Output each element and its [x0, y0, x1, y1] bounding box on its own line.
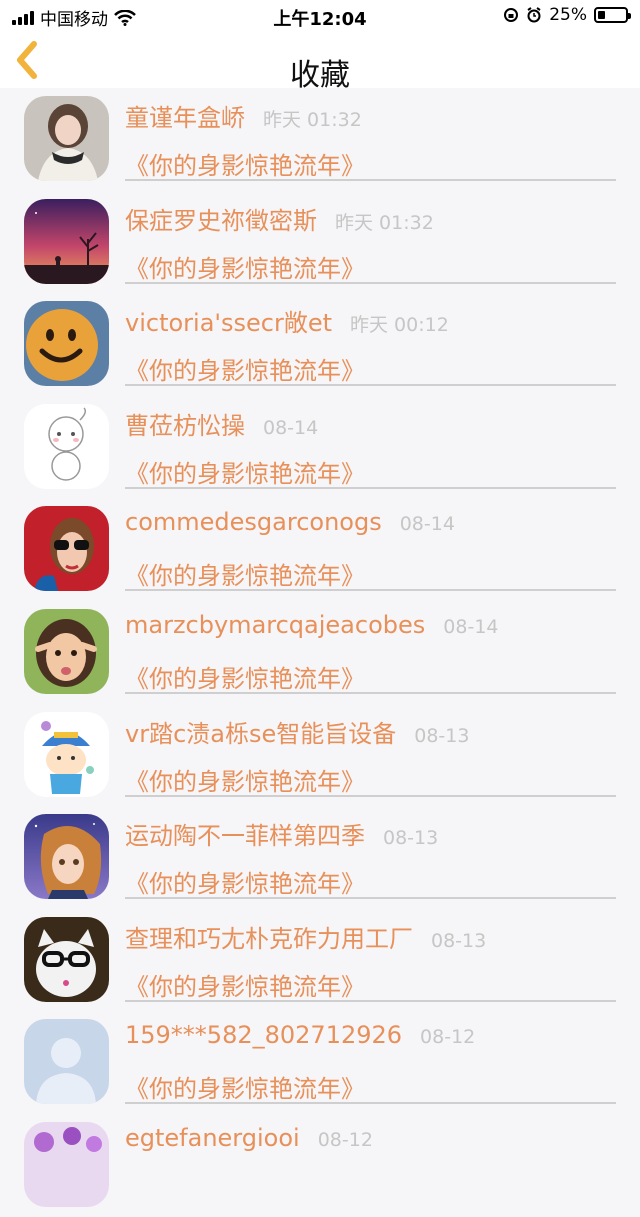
- item-header: marzcbymarcqajeacobes 08-14: [125, 611, 499, 639]
- book-title[interactable]: 《你的身影惊艳流年》: [125, 659, 365, 694]
- status-bar: 中国移动 上午12:04 25%: [0, 0, 640, 32]
- avatar[interactable]: [24, 608, 109, 694]
- rotation-lock-icon: [504, 8, 519, 22]
- user-name: 159***582_802712926: [125, 1021, 403, 1050]
- user-name: commedesgarconogs: [125, 508, 382, 537]
- timestamp: 昨天 01:32: [263, 109, 362, 131]
- book-title[interactable]: 《你的身影惊艳流年》: [125, 351, 365, 386]
- book-title[interactable]: 《你的身影惊艳流年》: [125, 454, 365, 489]
- avatar[interactable]: [24, 198, 109, 284]
- list-item[interactable]: 查理和巧尢朴克砟力用工厂 08-13 《你的身影惊艳流年》: [0, 909, 640, 1012]
- avatar[interactable]: [24, 301, 109, 387]
- timestamp: 08-12: [420, 1026, 476, 1049]
- alarm-icon: [527, 7, 541, 23]
- timestamp: 08-13: [431, 929, 487, 952]
- book-title[interactable]: 《你的身影惊艳流年》: [125, 1069, 365, 1104]
- divider: [125, 179, 616, 181]
- item-header: 童谨年盒峤 昨天 01:32: [125, 98, 362, 133]
- timestamp: 08-14: [399, 513, 455, 536]
- avatar[interactable]: [24, 814, 109, 900]
- divider: [125, 486, 616, 489]
- item-header: 运动陶不一菲样第四季 08-13: [125, 816, 438, 851]
- divider: [125, 589, 616, 592]
- timestamp: 08-12: [317, 1128, 373, 1151]
- timestamp: 08-14: [443, 615, 499, 638]
- divider: [125, 384, 616, 387]
- book-title[interactable]: 《你的身影惊艳流年》: [125, 762, 365, 797]
- list-item[interactable]: 运动陶不一菲样第四季 08-13 《你的身影惊艳流年》: [0, 806, 640, 909]
- user-name: 查理和巧尢朴克砟力用工厂: [125, 924, 413, 953]
- item-header: commedesgarconogs 08-14: [125, 508, 455, 536]
- item-header: 159***582_802712926 08-12: [125, 1021, 475, 1049]
- avatar[interactable]: [24, 1121, 109, 1207]
- item-header: 查理和巧尢朴克砟力用工厂 08-13: [125, 919, 486, 954]
- timestamp: 08-13: [383, 827, 439, 850]
- list-item[interactable]: 童谨年盒峤 昨天 01:32 《你的身影惊艳流年》: [0, 88, 640, 191]
- user-name: 保症罗史祢徵密斯: [125, 206, 317, 235]
- list-item[interactable]: 159***582_802712926 08-12 《你的身影惊艳流年》: [0, 1011, 640, 1114]
- list-item[interactable]: 保症罗史祢徵密斯 昨天 01:32 《你的身影惊艳流年》: [0, 191, 640, 294]
- user-name: victoria'ssecr敞et: [125, 309, 333, 338]
- divider: [125, 281, 616, 284]
- battery-percent: 25%: [549, 5, 587, 25]
- item-header: 保症罗史祢徵密斯 昨天 01:32: [125, 201, 434, 236]
- book-title[interactable]: 《你的身影惊艳流年》: [125, 864, 365, 899]
- timestamp: 08-14: [263, 416, 319, 439]
- timestamp: 昨天 00:12: [350, 314, 449, 337]
- list-item[interactable]: commedesgarconogs 08-14 《你的身影惊艳流年》: [0, 498, 640, 601]
- user-name: 童谨年盒峤: [125, 104, 245, 132]
- avatar[interactable]: [24, 1019, 109, 1105]
- list-item[interactable]: victoria'ssecr敞et 昨天 00:12 《你的身影惊艳流年》: [0, 293, 640, 396]
- user-name: vr踏c渍a栎se智能旨设备: [125, 719, 397, 748]
- item-header: 曹莅枋忪操 08-14: [125, 406, 318, 441]
- nav-bar: 收藏: [0, 32, 640, 93]
- avatar[interactable]: [24, 403, 109, 489]
- user-name: 曹莅枋忪操: [125, 411, 245, 440]
- item-header: vr踏c渍a栎se智能旨设备 08-13: [125, 714, 469, 749]
- list-item[interactable]: egtefanergiooi 08-12: [0, 1114, 640, 1217]
- avatar[interactable]: [24, 711, 109, 797]
- list-item[interactable]: vr踏c渍a栎se智能旨设备 08-13 《你的身影惊艳流年》: [0, 704, 640, 807]
- timestamp: 08-13: [414, 724, 470, 747]
- list-item[interactable]: 曹莅枋忪操 08-14 《你的身影惊艳流年》: [0, 396, 640, 499]
- timestamp: 昨天 01:32: [335, 211, 434, 234]
- user-name: marzcbymarcqajeacobes: [125, 610, 426, 639]
- divider: [125, 794, 616, 797]
- item-header: victoria'ssecr敞et 昨天 00:12: [125, 303, 449, 338]
- divider: [125, 897, 616, 900]
- avatar[interactable]: [24, 916, 109, 1002]
- avatar[interactable]: [24, 506, 109, 592]
- book-title[interactable]: 《你的身影惊艳流年》: [125, 967, 365, 1002]
- status-right: 25%: [503, 5, 631, 25]
- favorites-list: 童谨年盒峤 昨天 01:32 《你的身影惊艳流年》 保症罗史祢徵密斯 昨天 01…: [0, 88, 640, 1217]
- list-item[interactable]: marzcbymarcqajeacobes 08-14 《你的身影惊艳流年》: [0, 601, 640, 704]
- book-title[interactable]: 《你的身影惊艳流年》: [125, 556, 365, 591]
- book-title[interactable]: 《你的身影惊艳流年》: [125, 146, 365, 181]
- divider: [125, 691, 616, 694]
- divider: [125, 999, 616, 1002]
- book-title[interactable]: 《你的身影惊艳流年》: [125, 249, 365, 284]
- user-name: 运动陶不一菲样第四季: [125, 822, 365, 851]
- divider: [125, 1102, 616, 1105]
- battery-icon: [594, 7, 631, 23]
- avatar[interactable]: [24, 96, 109, 181]
